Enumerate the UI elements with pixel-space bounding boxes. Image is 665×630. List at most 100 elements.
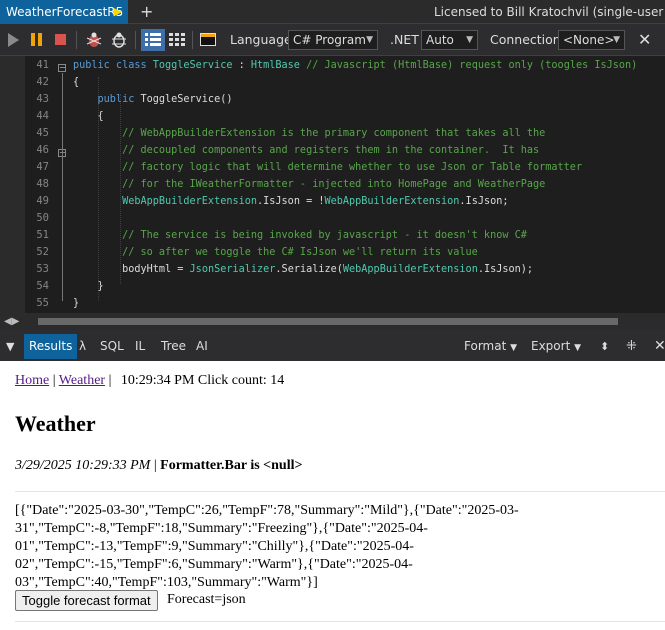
tab-lambda[interactable]: λ [79, 334, 86, 359]
code-token: { [73, 77, 80, 88]
tab-il[interactable]: IL [135, 334, 145, 359]
line-number: 49 [36, 195, 49, 207]
net-label: .NET [390, 32, 419, 47]
language-select-value: C# Program [293, 33, 366, 47]
editor-horizontal-scrollbar[interactable]: ◀▶ [0, 313, 665, 330]
undock-icon[interactable]: ⁜ [626, 334, 637, 359]
language-select[interactable]: C# Program ▼ [288, 30, 378, 50]
code-token: // for the IWeatherFormatter - injected … [73, 179, 546, 190]
code-token: // so after we toggle the C# IsJson we'l… [73, 247, 478, 258]
line-number: 42 [36, 76, 49, 88]
meta-separator: | [153, 458, 157, 473]
code-token: ToggleService() [140, 94, 233, 105]
code-token: } [73, 281, 104, 292]
linqpad-window: WeatherForecastR5 ▶ + Licensed to Bill K… [0, 0, 665, 630]
scroll-arrows-icon[interactable]: ◀▶ [4, 313, 19, 330]
nav-separator: | [108, 373, 112, 388]
nav-link-home[interactable]: Home [15, 373, 49, 388]
fold-guide [62, 73, 63, 301]
export-menu[interactable]: Export ▼ [531, 334, 581, 359]
line-number: 51 [36, 229, 49, 241]
toolbar-divider [192, 31, 193, 49]
debug-button[interactable] [85, 25, 103, 55]
code-token: : [232, 60, 251, 71]
collapse-results-icon[interactable]: ▼ [6, 334, 14, 359]
page-heading: Weather [15, 411, 96, 436]
net-version-select[interactable]: Auto ▼ [421, 30, 478, 50]
code-token: WebAppBuilderExtension [324, 196, 460, 207]
format-status: Forecast=json [167, 592, 246, 607]
grid-icon [169, 33, 185, 46]
window-icon [200, 33, 216, 46]
code-line: { [73, 74, 79, 91]
line-number: 52 [36, 246, 49, 258]
divider [15, 621, 665, 622]
debug-step-button[interactable] [110, 25, 128, 55]
tab-results[interactable]: Results [24, 334, 78, 359]
chevron-down-icon: ▼ [574, 343, 582, 353]
close-icon[interactable]: ✕ [638, 25, 651, 55]
code-line: bodyHtml = JsonSerializer.Serialize(WebA… [73, 261, 533, 278]
data-grid-results-button[interactable] [169, 25, 185, 55]
code-line: public ToggleService() [73, 91, 233, 108]
code-token: // Javascript (HtmlBase) request only (t… [299, 60, 638, 71]
play-icon [8, 33, 19, 47]
bug-icon [86, 32, 102, 47]
tab-sql[interactable]: SQL [100, 334, 124, 359]
line-number: 47 [36, 161, 49, 173]
line-number: 44 [36, 110, 49, 122]
pause-button[interactable] [31, 25, 43, 55]
run-button[interactable] [8, 25, 20, 55]
tab-tree[interactable]: Tree [161, 334, 186, 359]
format-menu-label: Format [464, 339, 507, 353]
code-line: { [73, 108, 104, 125]
connection-label: Connection [490, 32, 561, 47]
line-number: 54 [36, 280, 49, 292]
new-tab-button[interactable]: + [140, 0, 153, 24]
query-tab-title: WeatherForecastR5 [6, 5, 124, 19]
toolbar-divider [76, 31, 77, 49]
up-down-icon[interactable]: ⬍ [600, 334, 609, 359]
nav-separator: | [52, 373, 56, 388]
query-tab-bar: WeatherForecastR5 ▶ + Licensed to Bill K… [0, 0, 665, 24]
results-panel-button[interactable] [200, 25, 216, 55]
code-line: public class ToggleService : HtmlBase //… [73, 57, 637, 74]
close-results-icon[interactable]: ✕ [654, 334, 665, 359]
code-line: // WebAppBuilderExtension is the primary… [73, 125, 545, 142]
code-line: // so after we toggle the C# IsJson we'l… [73, 244, 478, 261]
connection-select[interactable]: <None> ▼ [558, 30, 625, 50]
formatter-status: Formatter.Bar is <null> [160, 458, 303, 473]
code-token: WebAppBuilderExtension [342, 264, 478, 275]
nav-bar: Home | Weather | 10:29:34 PM Click count… [15, 373, 284, 389]
line-number: 53 [36, 263, 49, 275]
code-line: // factory logic that will determine whe… [73, 159, 582, 176]
code-token: .IsJson; [459, 196, 509, 207]
meta-line: 3/29/2025 10:29:33 PM | Formatter.Bar is… [15, 458, 302, 474]
code-token: } [73, 298, 80, 309]
line-number: 50 [36, 212, 49, 224]
code-token: .IsJson); [477, 264, 534, 275]
line-number: 41 [36, 59, 49, 71]
stop-button[interactable] [55, 25, 67, 55]
query-tab[interactable]: WeatherForecastR5 ▶ [0, 0, 128, 24]
code-editor[interactable]: 41424344454647484950515253545556 − − pub… [0, 55, 665, 326]
toggle-format-button[interactable]: Toggle forecast format [15, 590, 158, 611]
nav-link-weather[interactable]: Weather [59, 373, 105, 388]
bug-outline-icon [112, 32, 126, 48]
toolbar-divider [135, 31, 136, 49]
code-token: ToggleService [152, 60, 233, 71]
main-toolbar: Language C# Program ▼ .NET Auto ▼ Connec… [0, 25, 665, 55]
code-line: } [73, 295, 79, 312]
tab-ai[interactable]: AI [196, 334, 208, 359]
code-token: .Serialize( [275, 264, 343, 275]
timestamp: 3/29/2025 10:29:33 PM [15, 458, 151, 473]
line-number: 46 [36, 144, 49, 156]
editor-margin [0, 56, 25, 314]
chevron-down-icon: ▼ [613, 35, 620, 45]
scrollbar-thumb[interactable] [38, 318, 618, 325]
rich-text-results-button[interactable] [141, 29, 165, 51]
export-menu-label: Export [531, 339, 571, 353]
code-token: // decoupled components and registers th… [73, 145, 540, 156]
code-token: public class [73, 60, 153, 71]
format-menu[interactable]: Format ▼ [464, 334, 517, 359]
